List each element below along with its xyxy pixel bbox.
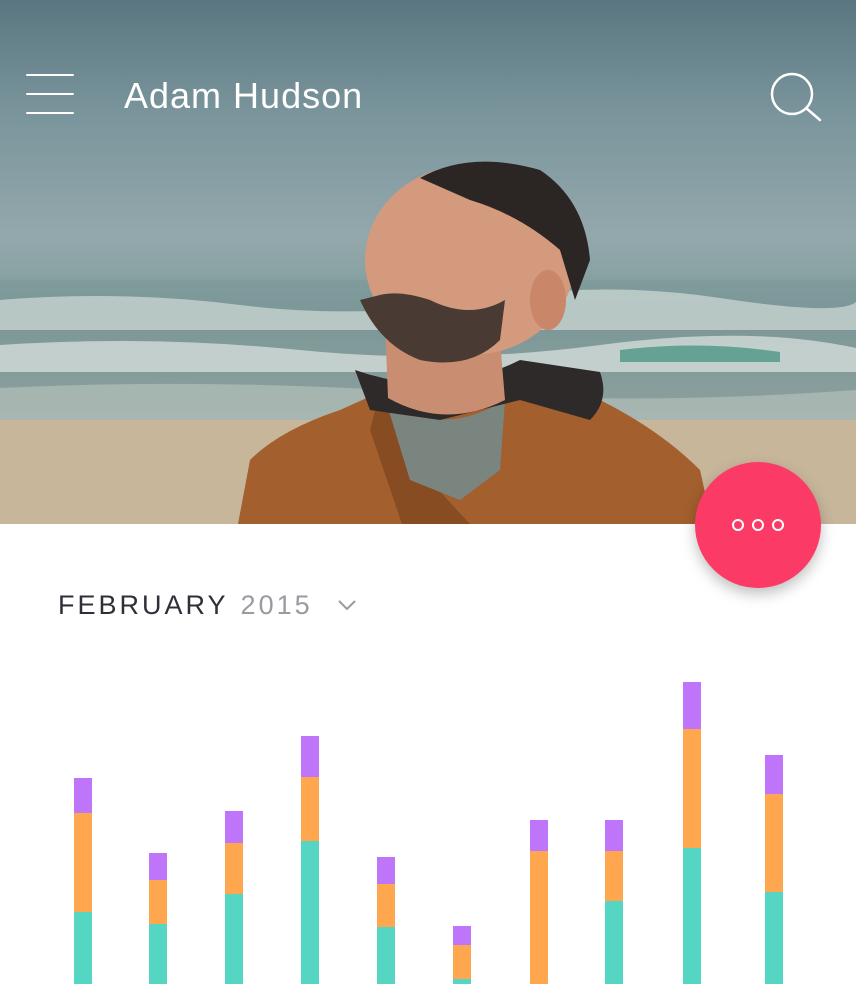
- bar-segment-2-day-9: [683, 729, 701, 848]
- profile-name: Adam Hudson: [124, 75, 364, 116]
- bar-segment-3-day-4: [301, 736, 319, 777]
- bar-segment-2-day-5: [377, 884, 395, 927]
- year-label: 2015: [240, 589, 313, 620]
- bar-segment-1-day-6: [453, 979, 471, 984]
- month-label: FEBRUARY: [58, 589, 229, 620]
- more-horizontal-icon-dot: [732, 519, 744, 531]
- bar-segment-3-day-5: [377, 857, 395, 884]
- more-options-button[interactable]: [695, 462, 821, 588]
- more-horizontal-icon-dot: [752, 519, 764, 531]
- bar-segment-2-day-4: [301, 777, 319, 841]
- stacked-bar-chart: [74, 682, 783, 984]
- bar-segment-2-day-8: [605, 851, 623, 901]
- bar-segment-3-day-8: [605, 820, 623, 851]
- activity-chart: [0, 640, 856, 984]
- bar-segment-3-day-7: [530, 820, 548, 851]
- bar-segment-1-day-5: [377, 927, 395, 984]
- search-icon[interactable]: [768, 72, 824, 122]
- bar-segment-2-day-1: [74, 813, 92, 912]
- bar-segment-3-day-1: [74, 778, 92, 813]
- more-horizontal-icon-dot: [772, 519, 784, 531]
- chevron-down-icon: [337, 600, 356, 611]
- bar-segment-3-day-9: [683, 682, 701, 729]
- bar-segment-2-day-6: [453, 945, 471, 979]
- bar-segment-2-day-3: [225, 843, 243, 894]
- hamburger-menu-icon[interactable]: [26, 74, 74, 114]
- bar-segment-3-day-10: [765, 755, 783, 794]
- bar-segment-1-day-10: [765, 892, 783, 984]
- bar-segment-2-day-2: [149, 880, 167, 924]
- bar-segment-1-day-2: [149, 924, 167, 984]
- bar-segment-2-day-7: [530, 851, 548, 984]
- bar-segment-1-day-1: [74, 912, 92, 984]
- bar-segment-2-day-10: [765, 794, 783, 892]
- top-app-bar: Adam Hudson: [0, 60, 856, 132]
- bar-segment-3-day-6: [453, 926, 471, 945]
- bar-segment-1-day-9: [683, 848, 701, 984]
- bar-segment-3-day-3: [225, 811, 243, 843]
- bar-segment-1-day-3: [225, 894, 243, 984]
- bar-segment-3-day-2: [149, 853, 167, 880]
- cover-photo: Adam Hudson: [0, 0, 856, 524]
- bar-segment-1-day-8: [605, 901, 623, 984]
- month-selector[interactable]: FEBRUARY 2015: [58, 585, 357, 625]
- bar-segment-1-day-4: [301, 841, 319, 984]
